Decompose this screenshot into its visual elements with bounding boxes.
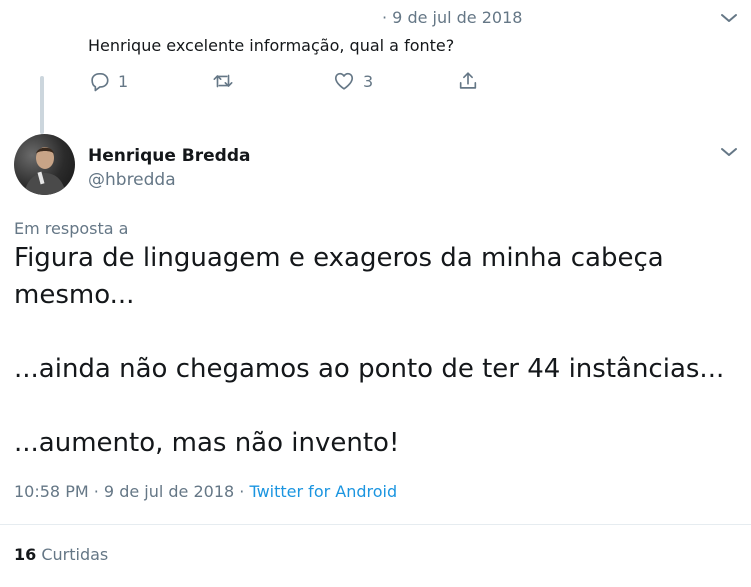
tweet-text-blank-line: [14, 388, 734, 425]
tweet-source-link[interactable]: Twitter for Android: [249, 482, 397, 501]
tweet-text-line: Figura de linguagem e exageros da minha …: [14, 243, 664, 273]
previous-tweet-text: Henrique excelente informação, qual a fo…: [88, 36, 455, 55]
tweet-text-line: mesmo...: [14, 280, 135, 310]
divider: [0, 524, 751, 525]
reply-to-label: Em resposta a: [14, 219, 129, 238]
chevron-down-icon[interactable]: [720, 146, 738, 158]
author-handle[interactable]: @hbredda: [88, 170, 176, 190]
previous-tweet-date[interactable]: · 9 de jul de 2018: [382, 8, 522, 27]
tweet-text-line: ...ainda não chegamos ao ponto de ter 44…: [14, 354, 725, 384]
avatar-photo: [24, 147, 66, 195]
heart-icon: [334, 72, 354, 90]
separator-dot: ·: [239, 482, 250, 501]
like-count: 3: [363, 71, 374, 91]
separator-dot: ·: [93, 482, 104, 501]
reply-button[interactable]: 1: [88, 70, 128, 92]
tweet-text: Figura de linguagem e exageros da minha …: [14, 240, 734, 462]
like-button[interactable]: 3: [333, 70, 373, 92]
share-button[interactable]: [457, 70, 479, 92]
tweet-metadata: 10:58 PM · 9 de jul de 2018 · Twitter fo…: [14, 482, 397, 501]
thread-connector-line: [40, 76, 44, 134]
avatar[interactable]: [14, 134, 75, 195]
likes-summary[interactable]: 16 Curtidas: [14, 545, 108, 564]
reply-icon: [91, 73, 109, 92]
likes-label: Curtidas: [41, 545, 109, 564]
reply-count: 1: [118, 71, 129, 91]
tweet-text-blank-line: [14, 314, 734, 351]
tweet-date[interactable]: 9 de jul de 2018: [104, 482, 234, 501]
retweet-button[interactable]: [212, 70, 242, 92]
author-name[interactable]: Henrique Bredda: [88, 146, 250, 166]
tweet-text-line: ...aumento, mas não invento!: [14, 428, 400, 458]
chevron-down-icon[interactable]: [720, 12, 738, 24]
retweet-icon: [213, 74, 233, 88]
likes-count: 16: [14, 545, 37, 564]
tweet-time[interactable]: 10:58 PM: [14, 482, 89, 501]
share-icon: [459, 72, 477, 89]
